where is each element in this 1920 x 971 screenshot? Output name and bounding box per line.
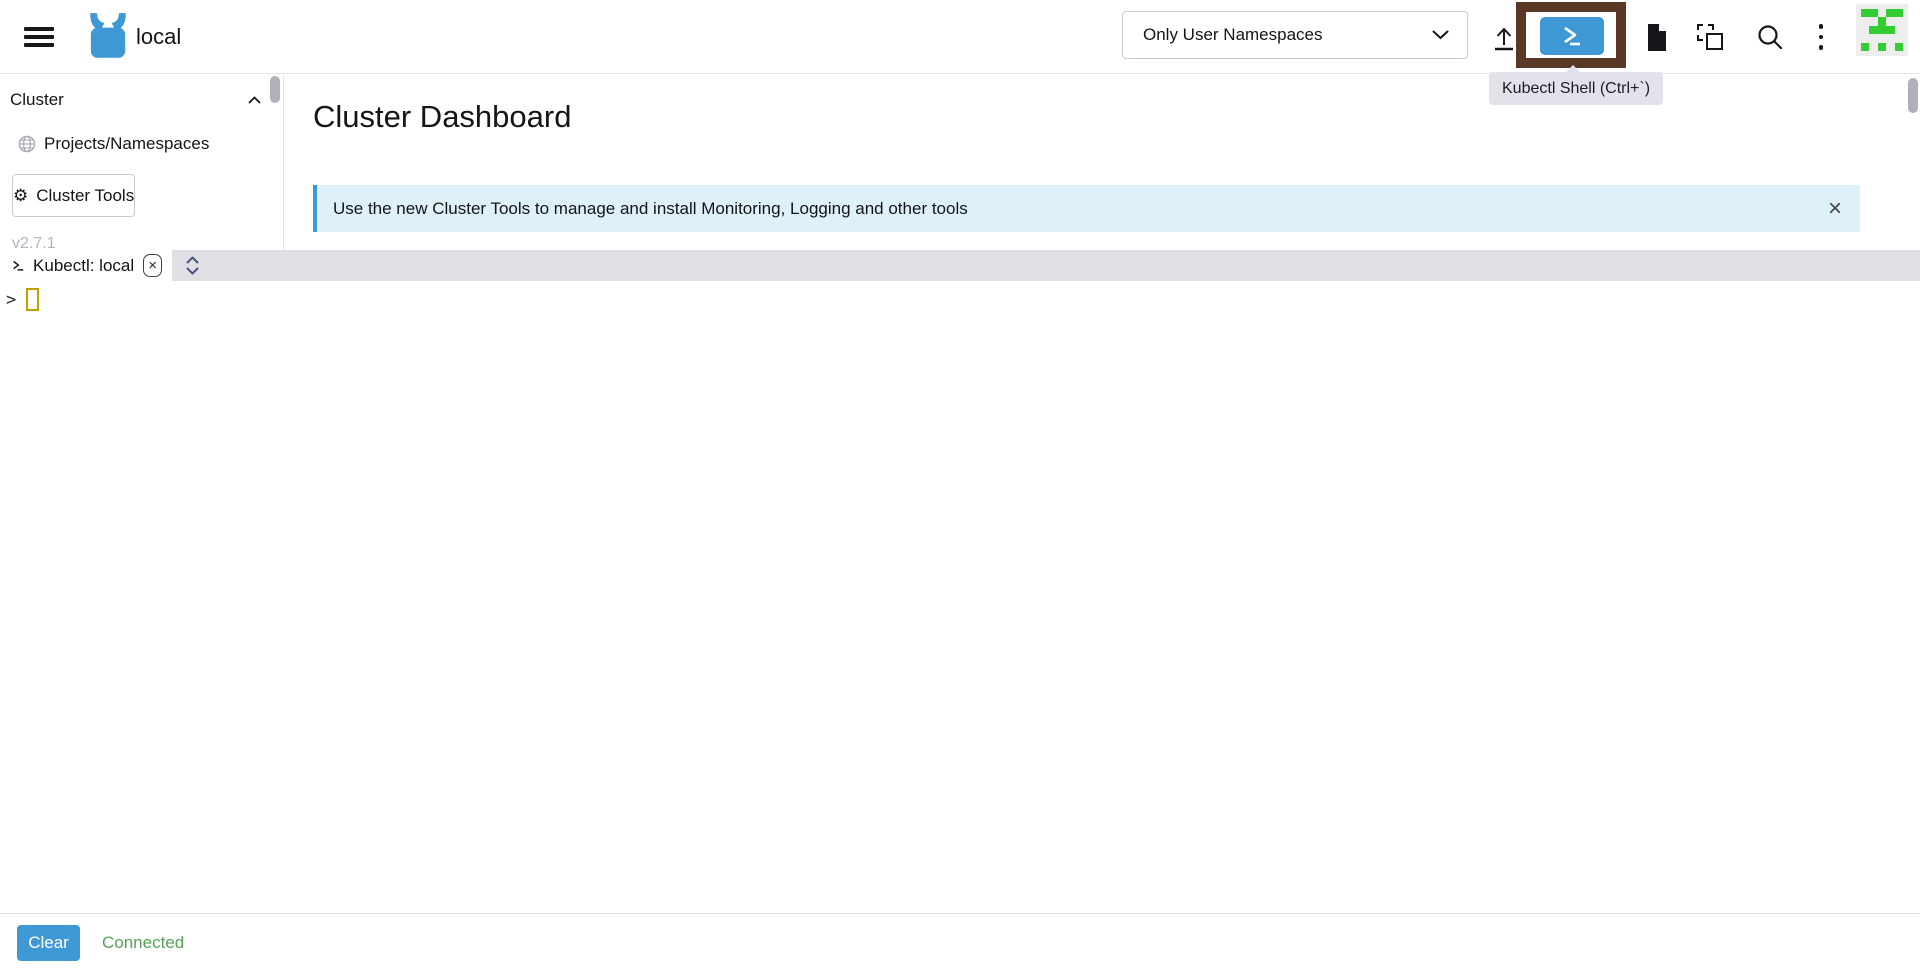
chevron-up-icon — [248, 96, 261, 104]
cluster-tools-label: Cluster Tools — [36, 186, 134, 206]
banner-close-icon[interactable]: × — [1828, 197, 1842, 221]
terminal[interactable]: > — [0, 281, 1920, 913]
namespace-filter-value: Only User Namespaces — [1143, 25, 1323, 45]
kubectl-shell-button[interactable] — [1540, 17, 1604, 55]
gear-icon: ⚙ — [13, 187, 28, 204]
kebab-menu-icon[interactable] — [1812, 22, 1830, 52]
sidebar-item-label: Projects/Namespaces — [44, 134, 209, 154]
expand-panel-icon[interactable] — [172, 250, 212, 281]
info-banner: Use the new Cluster Tools to manage and … — [313, 185, 1860, 232]
main-scrollbar-thumb[interactable] — [1908, 78, 1918, 113]
terminal-footer: Clear Connected — [0, 913, 1920, 971]
terminal-tab-close-icon[interactable]: × — [143, 254, 162, 277]
kubectl-shell-drawer: Kubectl: local × > Clear Connected — [0, 250, 1920, 971]
terminal-tab-strip: Kubectl: local × — [0, 250, 1920, 281]
kubectl-shell-tooltip: Kubectl Shell (Ctrl+`) — [1489, 72, 1663, 105]
terminal-prompt: > — [6, 290, 16, 310]
cluster-name: local — [136, 0, 181, 74]
chevron-down-icon — [1432, 30, 1449, 40]
user-avatar[interactable] — [1856, 4, 1908, 56]
search-icon[interactable] — [1754, 21, 1786, 53]
cluster-tools-button[interactable]: ⚙ Cluster Tools — [12, 174, 135, 217]
import-yaml-icon[interactable] — [1694, 22, 1726, 52]
upload-icon[interactable] — [1488, 22, 1520, 54]
terminal-cursor — [26, 288, 39, 311]
rancher-app: local Only User Namespaces Kubectl Shell… — [0, 0, 1920, 971]
info-banner-text: Use the new Cluster Tools to manage and … — [333, 199, 968, 219]
top-header: local Only User Namespaces — [0, 0, 1920, 74]
rancher-logo-icon[interactable] — [82, 12, 134, 62]
clear-button[interactable]: Clear — [17, 925, 80, 961]
file-icon[interactable] — [1642, 21, 1670, 53]
terminal-tab-label: Kubectl: local — [33, 256, 134, 276]
sidebar-section-label: Cluster — [10, 90, 64, 110]
menu-icon[interactable] — [24, 27, 54, 47]
globe-icon — [18, 135, 36, 153]
terminal-prompt-icon — [12, 259, 24, 272]
sidebar-section-cluster[interactable]: Cluster — [0, 75, 283, 110]
sidebar-item-projects-namespaces[interactable]: Projects/Namespaces — [18, 134, 283, 154]
connection-status: Connected — [102, 933, 184, 953]
terminal-tab-kubectl-local[interactable]: Kubectl: local × — [0, 250, 172, 281]
sidebar-scrollbar-thumb[interactable] — [270, 76, 280, 103]
page-title: Cluster Dashboard — [313, 99, 571, 135]
namespace-filter-dropdown[interactable]: Only User Namespaces — [1122, 11, 1468, 59]
